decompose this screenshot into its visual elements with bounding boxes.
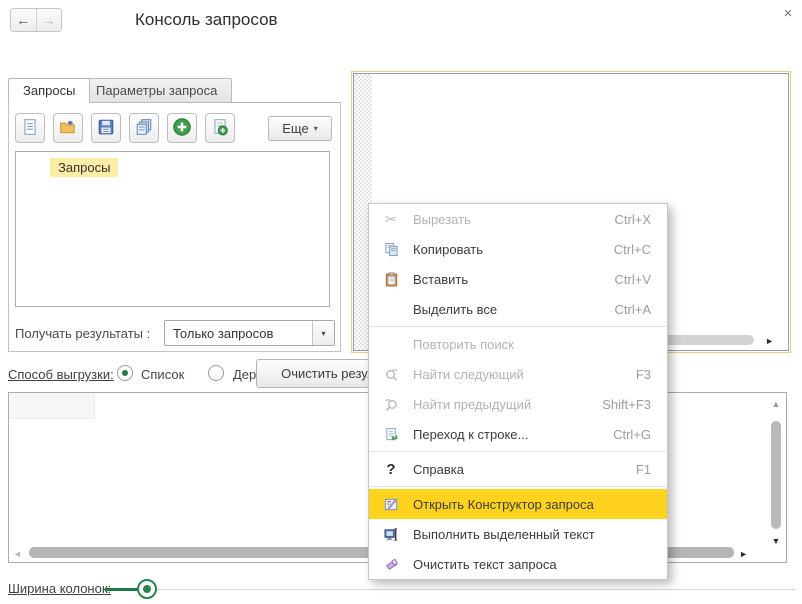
menu-item-find-next: Найти следующий F3 (369, 359, 667, 389)
menu-item-help[interactable]: ? Справка F1 (369, 454, 667, 484)
add-query-from-file-button[interactable] (205, 113, 235, 143)
menu-item-select-all[interactable]: Выделить все Ctrl+A (369, 294, 667, 324)
export-mode-label[interactable]: Способ выгрузки: (8, 367, 114, 382)
combo-dropdown-button[interactable]: ▾ (312, 321, 334, 345)
goto-line-icon (381, 427, 401, 442)
page-title: Консоль запросов (135, 10, 278, 30)
result-table-header-cell (9, 393, 95, 419)
tab-query-parameters[interactable]: Параметры запроса (81, 78, 232, 103)
radio-selected-dot (122, 370, 128, 376)
tree-item-queries-root[interactable]: Запросы (50, 158, 118, 177)
radio-tree[interactable] (208, 365, 224, 381)
close-icon[interactable]: × (779, 5, 797, 23)
history-nav: ← → (10, 8, 62, 32)
result-vertical-scrollbar[interactable]: ▲ ▼ (769, 399, 783, 546)
eraser-icon (381, 557, 401, 572)
fetch-results-value: Только запросов (165, 326, 312, 341)
more-button-label: Еще (282, 121, 308, 136)
scroll-down-arrow-icon[interactable]: ▼ (769, 536, 783, 546)
scroll-left-arrow-icon[interactable]: ◄ (13, 549, 22, 559)
menu-item-clear-query-text[interactable]: Очистить текст запроса (369, 549, 667, 579)
new-document-icon (21, 118, 39, 139)
menu-separator (369, 486, 667, 487)
menu-item-paste[interactable]: Вставить Ctrl+V (369, 264, 667, 294)
fetch-results-combobox[interactable]: Только запросов ▾ (164, 320, 335, 346)
menu-item-copy[interactable]: Копировать Ctrl+C (369, 234, 667, 264)
save-icon (97, 118, 115, 139)
menu-item-open-query-builder[interactable]: Открыть Конструктор запроса (369, 489, 667, 519)
menu-item-find-previous: Найти предыдущий Shift+F3 (369, 389, 667, 419)
copy-documents-icon (135, 118, 153, 139)
menu-separator (369, 326, 667, 327)
open-query-button[interactable] (53, 113, 83, 143)
menu-item-repeat-search: Повторить поиск (369, 329, 667, 359)
add-query-button[interactable] (167, 113, 197, 143)
find-next-icon (381, 367, 401, 382)
radio-list-label[interactable]: Список (141, 367, 184, 382)
document-add-icon (211, 118, 229, 139)
find-previous-icon (381, 397, 401, 412)
column-width-label[interactable]: Ширина колонок: (8, 581, 111, 596)
slider-track[interactable] (156, 589, 796, 590)
new-query-button[interactable] (15, 113, 45, 143)
editor-context-menu: ✂ Вырезать Ctrl+X Копировать Ctrl+C Вста… (368, 203, 668, 580)
back-button[interactable]: ← (11, 9, 37, 31)
menu-separator (369, 451, 667, 452)
menu-item-goto-line[interactable]: Переход к строке... Ctrl+G (369, 419, 667, 449)
scroll-right-arrow-icon[interactable]: ► (765, 336, 774, 346)
paste-icon (381, 272, 401, 287)
fetch-results-label: Получать результаты : (15, 326, 150, 341)
scissors-icon: ✂ (381, 211, 401, 228)
chevron-down-icon: ▾ (321, 329, 325, 338)
queries-tree: Запросы (15, 151, 330, 307)
more-button[interactable]: Еще ▾ (268, 116, 332, 141)
chevron-down-icon: ▾ (314, 124, 318, 133)
run-selected-text-icon (381, 527, 401, 542)
save-button[interactable] (91, 113, 121, 143)
help-icon: ? (381, 461, 401, 478)
add-circle-icon (172, 117, 192, 140)
scroll-up-arrow-icon[interactable]: ▲ (769, 399, 783, 409)
open-folder-icon (59, 118, 77, 139)
scrollbar-thumb[interactable] (771, 421, 781, 529)
copy-icon (381, 242, 401, 257)
column-width-slider-thumb[interactable] (137, 579, 157, 599)
tab-queries[interactable]: Запросы (8, 78, 90, 103)
menu-item-run-selected-text[interactable]: Выполнить выделенный текст (369, 519, 667, 549)
forward-button[interactable]: → (37, 9, 62, 31)
scroll-right-arrow-icon[interactable]: ► (739, 549, 748, 559)
save-copy-button[interactable] (129, 113, 159, 143)
radio-list[interactable] (117, 365, 133, 381)
menu-item-cut: ✂ Вырезать Ctrl+X (369, 204, 667, 234)
query-builder-icon (381, 497, 401, 512)
slider-thumb-dot (143, 585, 151, 593)
queries-panel: Еще ▾ Запросы Получать результаты : Тольк… (8, 102, 341, 352)
